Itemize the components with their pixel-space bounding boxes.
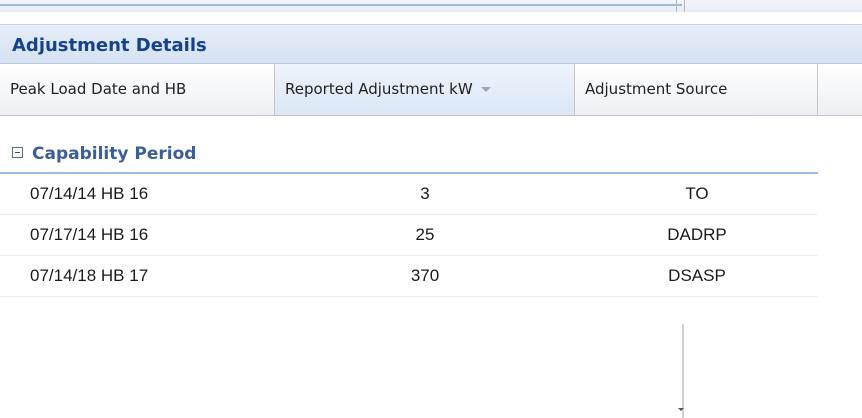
previous-panel-separator (684, 0, 685, 12)
scroll-down-arrow-icon[interactable] (678, 408, 684, 411)
collapse-group-icon[interactable] (12, 147, 23, 158)
column-header-peak-load-date[interactable]: Peak Load Date and HB (0, 64, 275, 115)
column-header-label: Reported Adjustment kW (285, 80, 473, 98)
previous-panel-separator (676, 0, 677, 12)
table-row[interactable]: 07/17/14 HB 16 25 DADRP (0, 215, 818, 256)
cell-peak-load-date: 07/17/14 HB 16 (30, 225, 149, 244)
grid-column-header-row: Peak Load Date and HB Reported Adjustmen… (0, 64, 862, 116)
cell-reported-adjustment-kw: 25 (415, 225, 435, 244)
table-row[interactable]: 07/14/18 HB 17 370 DSASP (0, 256, 818, 297)
panel-title: Adjustment Details (12, 35, 207, 56)
column-header-filler (818, 64, 862, 115)
cell-peak-load-date: 07/14/14 HB 16 (30, 184, 149, 203)
column-header-label: Adjustment Source (585, 80, 728, 98)
grid-body: Capability Period 07/14/14 HB 16 3 TO 07… (0, 116, 818, 418)
cell-reported-adjustment-kw: 370 (410, 266, 440, 285)
cell-adjustment-source: DADRP (667, 225, 727, 244)
sort-descending-icon (480, 87, 491, 92)
cell-reported-adjustment-kw: 3 (420, 184, 430, 203)
previous-panel-border (0, 4, 682, 6)
cell-adjustment-source: DSASP (668, 266, 726, 285)
column-header-reported-adjustment-kw[interactable]: Reported Adjustment kW (275, 64, 575, 115)
cell-adjustment-source: TO (685, 184, 709, 203)
cell-peak-load-date: 07/14/18 HB 17 (30, 266, 149, 285)
adjustment-details-panel-header: Adjustment Details (0, 24, 862, 64)
table-row[interactable]: 07/14/14 HB 16 3 TO (0, 174, 818, 215)
previous-panel-edge (0, 0, 862, 12)
group-label: Capability Period (32, 144, 197, 164)
column-header-adjustment-source[interactable]: Adjustment Source (575, 64, 818, 115)
adjustment-details-window: Adjustment Details Peak Load Date and HB… (0, 0, 862, 418)
group-header-capability-period[interactable]: Capability Period (0, 136, 818, 174)
column-header-label: Peak Load Date and HB (10, 80, 187, 98)
vertical-scrollbar[interactable] (682, 324, 684, 418)
